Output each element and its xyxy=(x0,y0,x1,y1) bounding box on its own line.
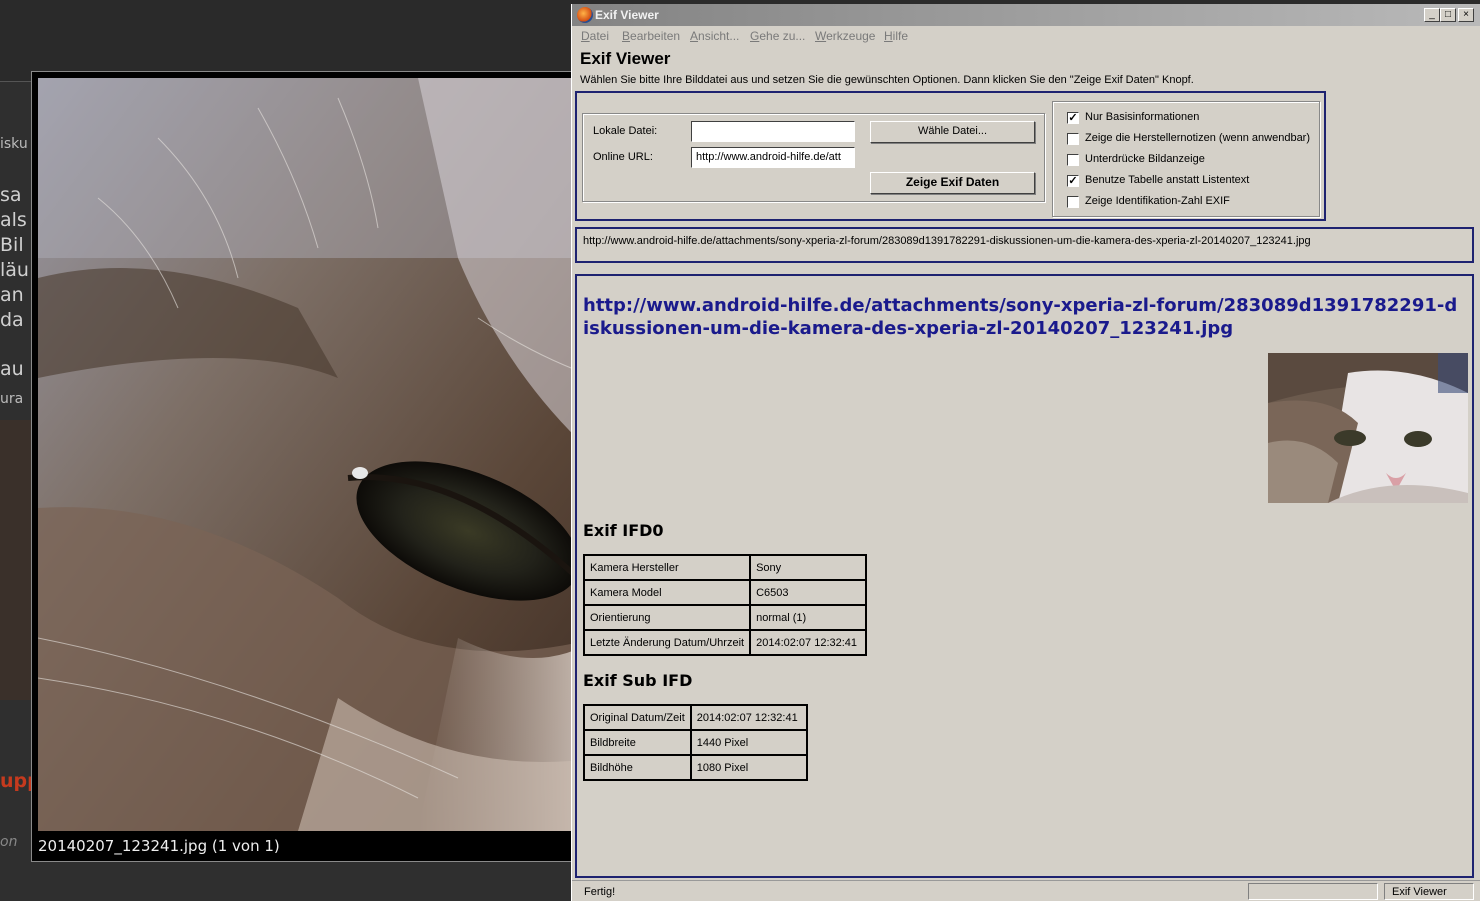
sub-ifd-table: Original Datum/Zeit 2014:02:07 12:32:41 … xyxy=(583,704,808,781)
checkbox-basic-info[interactable]: ✓ xyxy=(1067,112,1079,124)
viewer-caption: 20140207_123241.jpg (1 von 1) xyxy=(38,837,280,855)
maximize-button[interactable]: □ xyxy=(1440,8,1456,22)
title-bar[interactable]: Exif Viewer _ □ × xyxy=(572,4,1480,26)
local-file-input[interactable] xyxy=(691,121,855,142)
checkbox-exif-id[interactable] xyxy=(1067,196,1079,208)
table-cell: Original Datum/Zeit xyxy=(583,704,692,731)
firefox-icon xyxy=(577,7,593,23)
ifd0-table: Kamera Hersteller Sony Kamera Model C650… xyxy=(582,554,868,656)
options-panel: Lokale Datei: Online URL: http://www.and… xyxy=(575,91,1326,221)
thumbnail-image xyxy=(1268,353,1468,503)
background-text: Bil xyxy=(0,234,24,256)
table-cell: Kamera Model xyxy=(582,579,752,606)
checkbox-maker-notes[interactable] xyxy=(1067,133,1079,145)
exif-viewer-window: Exif Viewer _ □ × Datei Bearbeiten Ansic… xyxy=(571,4,1480,901)
background-text: an xyxy=(0,284,24,306)
checkbox-use-table[interactable]: ✓ xyxy=(1067,175,1079,187)
checkbox-group: ✓ Nur Basisinformationen Zeige die Herst… xyxy=(1052,101,1320,217)
results-panel: http://www.android-hilfe.de/attachments/… xyxy=(575,274,1474,878)
status-app-name: Exif Viewer xyxy=(1392,886,1447,898)
background-image xyxy=(0,420,34,700)
option-label: Benutze Tabelle anstatt Listentext xyxy=(1085,174,1250,186)
menu-hilfe[interactable]: Hilfe xyxy=(884,29,908,43)
table-cell: Sony xyxy=(749,554,868,581)
image-url-text: http://www.android-hilfe.de/attachments/… xyxy=(583,235,1311,247)
table-row: Original Datum/Zeit 2014:02:07 12:32:41 xyxy=(583,704,808,731)
table-cell: 1440 Pixel xyxy=(689,729,808,756)
cat-photo xyxy=(38,78,598,831)
background-text: on xyxy=(0,834,18,850)
table-cell: Letzte Änderung Datum/Uhrzeit xyxy=(582,629,752,656)
table-cell: Orientierung xyxy=(582,604,752,631)
minimize-button[interactable]: _ xyxy=(1424,8,1440,22)
option-label: Zeige die Herstellernotizen (wenn anwend… xyxy=(1085,132,1311,144)
menu-bearbeiten[interactable]: Bearbeiten xyxy=(622,29,680,43)
background-text: au xyxy=(0,358,24,380)
table-cell: 2014:02:07 12:32:41 xyxy=(749,629,868,656)
cat-photo-image xyxy=(38,78,598,831)
menu-gehe-zu[interactable]: Gehe zu... xyxy=(750,29,805,43)
table-cell: Bildhöhe xyxy=(583,754,692,781)
table-cell: normal (1) xyxy=(749,604,868,631)
ifd0-heading: Exif IFD0 xyxy=(583,521,664,540)
background-text: ura xyxy=(0,391,24,407)
background-text: isku xyxy=(0,136,28,152)
background-text: da xyxy=(0,309,24,331)
status-bar: Fertig! Exif Viewer xyxy=(572,880,1480,901)
show-exif-button[interactable]: Zeige Exif Daten xyxy=(870,172,1035,194)
table-cell: C6503 xyxy=(749,579,868,606)
online-url-label: Online URL: xyxy=(593,151,653,163)
option-label: Zeige Identifikation-Zahl EXIF xyxy=(1085,195,1230,207)
page-title: Exif Viewer xyxy=(580,49,671,68)
table-cell: Bildbreite xyxy=(583,729,692,756)
table-row: Kamera Model C6503 xyxy=(582,579,868,606)
option-label: Unterdrücke Bildanzeige xyxy=(1085,153,1205,165)
window-title: Exif Viewer xyxy=(595,8,659,22)
table-cell: Kamera Hersteller xyxy=(582,554,752,581)
background-text: sa xyxy=(0,184,22,206)
close-button[interactable]: × xyxy=(1458,8,1474,22)
instructions-text: Wählen Sie bitte Ihre Bilddatei aus und … xyxy=(580,74,1194,86)
background-header xyxy=(0,0,580,82)
menu-bar: Datei Bearbeiten Ansicht... Gehe zu... W… xyxy=(572,26,1480,46)
option-label: Nur Basisinformationen xyxy=(1085,111,1200,123)
table-row: Bildhöhe 1080 Pixel xyxy=(583,754,808,781)
background-text: als xyxy=(0,209,27,231)
image-thumbnail xyxy=(1268,353,1468,503)
menu-datei[interactable]: Datei xyxy=(581,29,609,43)
table-cell: 2014:02:07 12:32:41 xyxy=(689,704,808,731)
choose-file-button[interactable]: Wähle Datei... xyxy=(870,121,1035,143)
menu-ansicht[interactable]: Ansicht... xyxy=(690,29,739,43)
table-cell: 1080 Pixel xyxy=(689,754,808,781)
image-viewer: 20140207_123241.jpg (1 von 1) xyxy=(31,71,598,862)
checkbox-suppress-image[interactable] xyxy=(1067,154,1079,166)
url-box: http://www.android-hilfe.de/attachments/… xyxy=(575,227,1474,263)
online-url-input[interactable]: http://www.android-hilfe.de/att xyxy=(691,147,855,168)
status-progress-panel xyxy=(1248,883,1378,900)
status-text: Fertig! xyxy=(584,886,616,898)
sub-ifd-heading: Exif Sub IFD xyxy=(583,671,693,690)
table-row: Bildbreite 1440 Pixel xyxy=(583,729,808,756)
table-row: Letzte Änderung Datum/Uhrzeit 2014:02:07… xyxy=(582,629,868,656)
background-text: läu xyxy=(0,259,29,281)
table-row: Orientierung normal (1) xyxy=(582,604,868,631)
menu-werkzeuge[interactable]: Werkzeuge xyxy=(815,29,875,43)
table-row: Kamera Hersteller Sony xyxy=(582,554,868,581)
file-group: Lokale Datei: Online URL: http://www.and… xyxy=(582,113,1045,202)
result-url-link[interactable]: http://www.android-hilfe.de/attachments/… xyxy=(583,294,1463,340)
local-file-label: Lokale Datei: xyxy=(593,125,658,137)
